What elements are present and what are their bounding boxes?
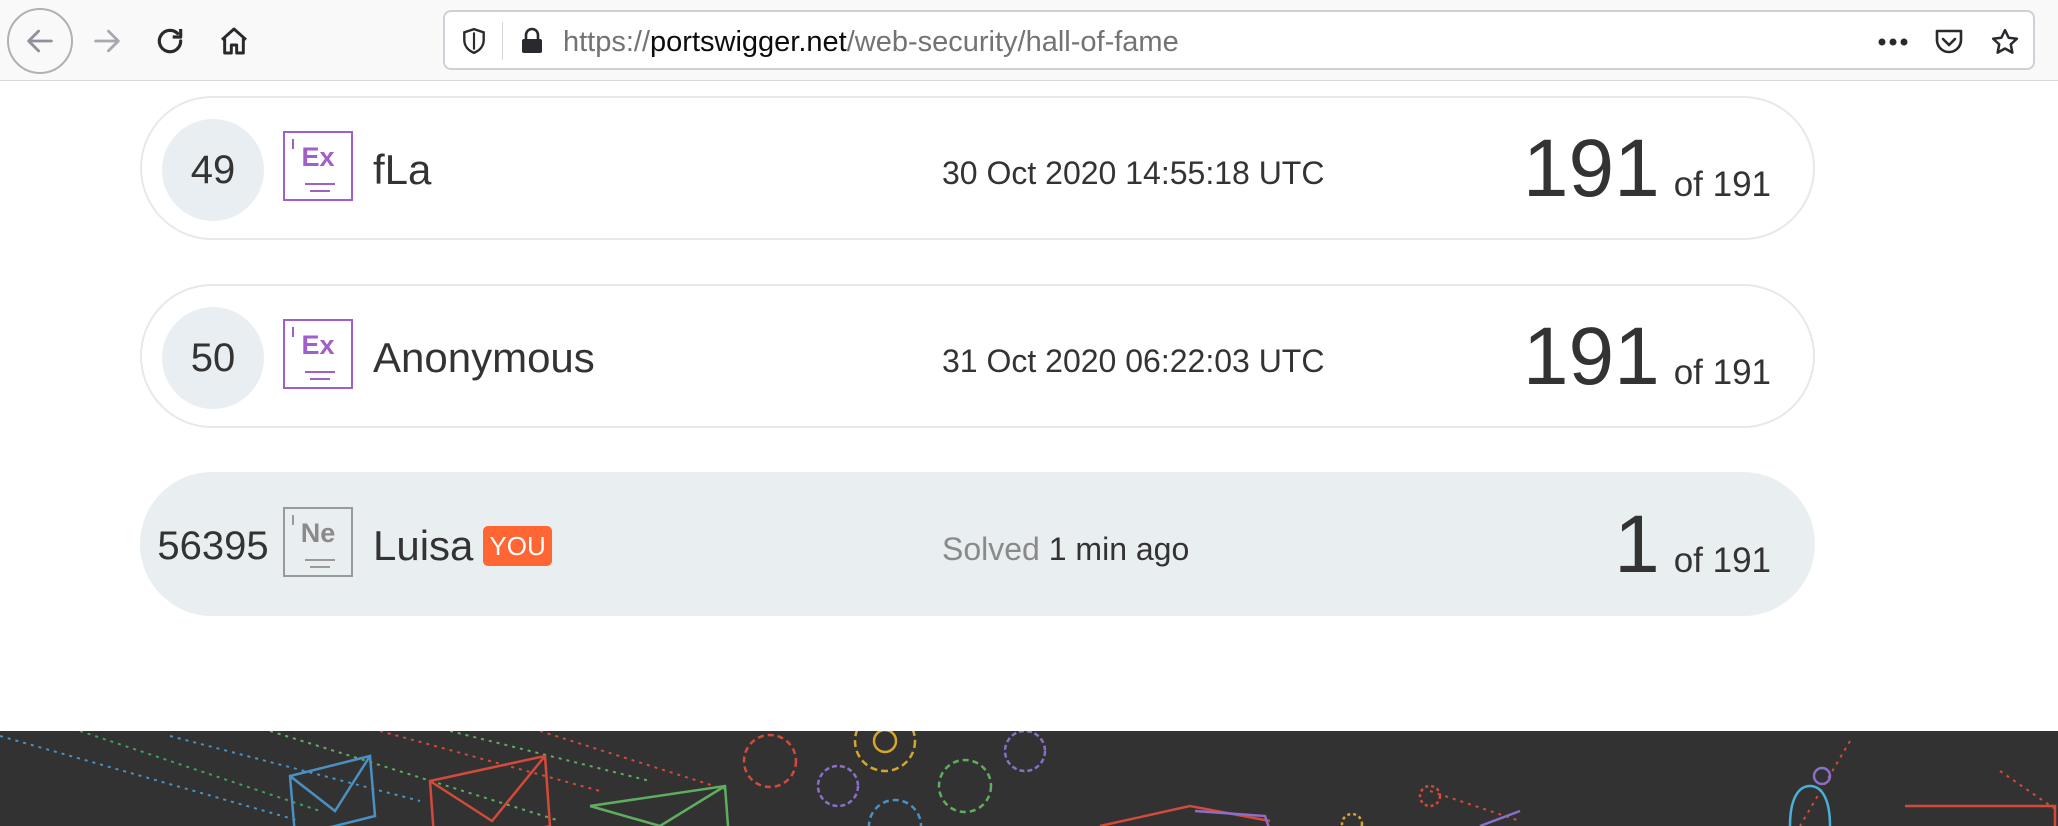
user-name-container: Luisa YOU (373, 522, 552, 570)
badge-label: Ne (300, 518, 336, 548)
lock-icon[interactable] (515, 24, 549, 58)
footer-illustration (0, 731, 2058, 826)
total-count: of 191 (1673, 165, 1771, 204)
completion-time: 30 Oct 2020 14:55:18 UTC (942, 155, 1325, 191)
url-separator (502, 22, 503, 60)
url-scheme: https:// (563, 26, 651, 58)
url-text[interactable]: https://portswigger.net/web-security/hal… (563, 26, 1179, 59)
expert-level-badge: Ex (283, 131, 353, 201)
leaderboard-row: 50 Ex Anonymous 31 Oct 2020 06:22:03 UTC… (140, 284, 1815, 428)
solved-count: 191 (1522, 311, 1660, 402)
tracking-shield-icon[interactable] (457, 24, 491, 58)
score: 1 of 191 (1614, 498, 1771, 592)
rank-number: 49 (162, 119, 264, 221)
reload-icon (157, 28, 183, 54)
url-bar[interactable]: https://portswigger.net/web-security/hal… (443, 10, 2035, 70)
forward-icon (94, 29, 120, 53)
home-icon (221, 27, 247, 55)
url-actions (1871, 20, 2027, 64)
footer-artwork (0, 731, 2058, 826)
url-path: /web-security/hall-of-fame (846, 26, 1179, 58)
rank-number: 50 (162, 307, 264, 409)
solved-time: 1 min ago (1048, 531, 1190, 567)
you-badge: YOU (483, 526, 552, 566)
rank-number: 56395 (157, 523, 269, 568)
user-name: fLa (373, 146, 432, 193)
reload-button[interactable] (137, 8, 203, 74)
back-icon (27, 29, 53, 53)
back-button[interactable] (7, 8, 73, 74)
url-host: portswigger.net (650, 26, 847, 58)
current-user-row: 56395 Ne Luisa YOU Solved 1 min ago 1 of… (140, 472, 1815, 616)
hall-of-fame-list: 49 Ex fLa 30 Oct 2020 14:55:18 UTC 191 o… (140, 96, 1815, 660)
user-name: Anonymous (373, 334, 595, 381)
total-count: of 191 (1673, 353, 1771, 392)
expert-level-badge: Ex (283, 319, 353, 389)
score: 191 of 191 (1523, 310, 1771, 404)
pocket-icon[interactable] (1927, 20, 1971, 64)
user-name: Luisa (373, 522, 474, 569)
browser-toolbar: https://portswigger.net/web-security/hal… (0, 0, 2058, 81)
solved-count: 1 (1614, 499, 1660, 590)
leaderboard-row: 49 Ex fLa 30 Oct 2020 14:55:18 UTC 191 o… (140, 96, 1815, 240)
solved-status: Solved 1 min ago (942, 531, 1189, 568)
badge-label: Ex (301, 142, 335, 172)
more-actions-icon[interactable] (1871, 20, 1915, 64)
solved-count: 191 (1522, 123, 1660, 214)
score: 191 of 191 (1523, 122, 1771, 216)
badge-label: Ex (301, 330, 335, 360)
newcomer-level-badge: Ne (283, 507, 353, 577)
home-button[interactable] (201, 8, 267, 74)
solved-label: Solved (942, 531, 1040, 567)
total-count: of 191 (1673, 541, 1771, 580)
bookmark-star-icon[interactable] (1983, 20, 2027, 64)
completion-time: 31 Oct 2020 06:22:03 UTC (942, 343, 1325, 379)
forward-button[interactable] (74, 8, 140, 74)
